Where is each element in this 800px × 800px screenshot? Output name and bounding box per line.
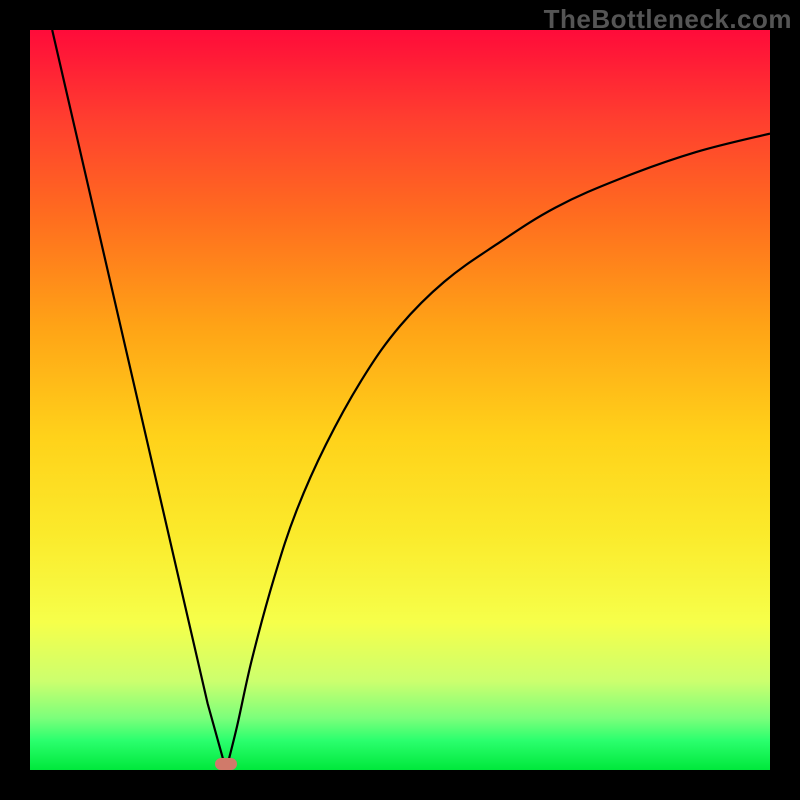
curve-path [52, 30, 770, 770]
optimal-marker [215, 758, 237, 770]
bottleneck-curve [30, 30, 770, 770]
watermark-text: TheBottleneck.com [544, 4, 792, 35]
chart-frame: TheBottleneck.com [0, 0, 800, 800]
plot-area [30, 30, 770, 770]
